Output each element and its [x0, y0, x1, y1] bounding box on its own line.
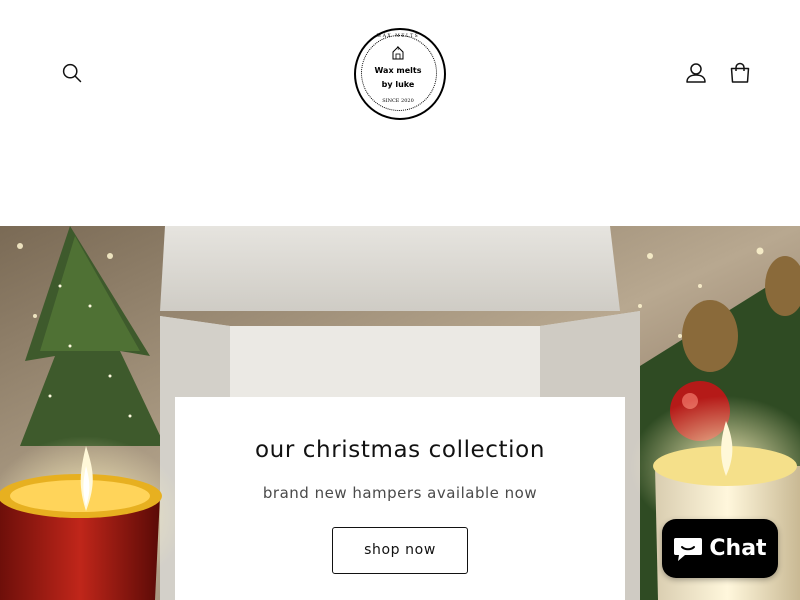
search-icon [62, 63, 82, 83]
logo-wordmark: Wax melts by luke [350, 64, 446, 92]
chat-bubble-icon [674, 537, 703, 561]
hero-content-card: our christmas collection brand new hampe… [175, 397, 625, 600]
logo-line-1: Wax melts [374, 66, 422, 75]
cart-button[interactable] [720, 53, 760, 93]
shop-now-button[interactable]: shop now [332, 527, 468, 574]
house-icon [392, 46, 404, 60]
chat-label: Chat [709, 536, 767, 561]
site-logo[interactable]: WAX MELTS Wax melts by luke SINCE 2020 [350, 24, 450, 124]
site-header: WAX MELTS Wax melts by luke SINCE 2020 [0, 0, 800, 226]
search-button[interactable] [52, 53, 92, 93]
hero-subtitle: brand new hampers available now [262, 484, 538, 502]
account-button[interactable] [676, 53, 716, 93]
logo-line-2: by luke [381, 80, 415, 89]
chat-button[interactable]: Chat [662, 519, 778, 578]
cart-icon [730, 62, 750, 83]
logo-since: SINCE 2020 [382, 98, 414, 104]
account-icon [686, 63, 706, 83]
hero-title: our christmas collection [254, 437, 546, 463]
logo-arc-text: WAX MELTS [376, 34, 420, 39]
page: WAX MELTS Wax melts by luke SINCE 2020 o… [0, 0, 800, 600]
